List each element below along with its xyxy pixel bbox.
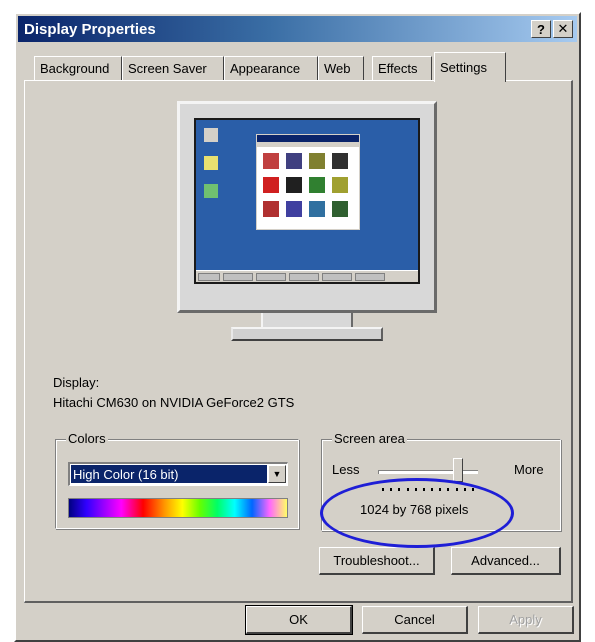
screen-area-slider-thumb[interactable] [453, 458, 463, 482]
my-computer-icon [204, 128, 218, 142]
folder-icon [286, 153, 302, 169]
tab-effects[interactable]: Effects [372, 56, 432, 80]
screen-area-group-label: Screen area [332, 431, 407, 446]
close-button[interactable]: ✕ [553, 20, 573, 38]
display-label: Display: [53, 375, 100, 390]
printer-icon [309, 153, 325, 169]
pen-icon [286, 201, 302, 217]
help-button[interactable]: ? [531, 20, 551, 38]
font-icon [263, 201, 279, 217]
troubleshoot-button[interactable]: Troubleshoot... [319, 547, 435, 575]
screen-area-slider-track[interactable] [378, 470, 478, 474]
tab-settings[interactable]: Settings [434, 52, 506, 82]
apply-button[interactable]: Apply [478, 606, 574, 634]
cancel-button[interactable]: Cancel [362, 606, 468, 634]
more-label: More [514, 462, 544, 477]
tab-appearance[interactable]: Appearance [224, 56, 318, 80]
world-icon [332, 201, 348, 217]
control-panel-icon [263, 153, 279, 169]
tab-screen-saver[interactable]: Screen Saver [122, 56, 224, 80]
globe-icon [309, 177, 325, 193]
tool-icon [332, 153, 348, 169]
dialer-icon [332, 177, 348, 193]
window-title: Display Properties [24, 20, 156, 38]
network-icon [204, 156, 218, 170]
recycle-bin-icon [204, 184, 218, 198]
desktop-preview [194, 118, 420, 284]
preview-window [256, 134, 360, 230]
tab-background[interactable]: Background [34, 56, 122, 80]
title-bar[interactable]: Display Properties ? ✕ [18, 16, 577, 42]
monitor-preview [177, 101, 437, 313]
colors-selected-value: High Color (16 bit) [71, 465, 267, 483]
user-icon [309, 201, 325, 217]
preview-taskbar [196, 270, 418, 282]
monitor-base [231, 327, 383, 341]
display-value: Hitachi CM630 on NVIDIA GeForce2 GTS [53, 395, 295, 410]
color-palette-bar [68, 498, 288, 518]
ok-button[interactable]: OK [245, 605, 353, 635]
chevron-down-icon[interactable]: ▼ [268, 465, 286, 483]
colors-group: Colors High Color (16 bit) ▼ [55, 431, 299, 529]
highlight-ellipse [320, 478, 514, 548]
network-setup-icon [263, 177, 279, 193]
advanced-button[interactable]: Advanced... [451, 547, 561, 575]
colors-dropdown[interactable]: High Color (16 bit) ▼ [68, 462, 288, 486]
display-properties-dialog: Display Properties ? ✕ Background Screen… [14, 12, 581, 642]
less-label: Less [332, 462, 360, 477]
tab-web[interactable]: Web [318, 56, 364, 80]
colors-group-label: Colors [66, 431, 108, 446]
monitor-neck [261, 313, 353, 327]
music-icon [286, 177, 302, 193]
